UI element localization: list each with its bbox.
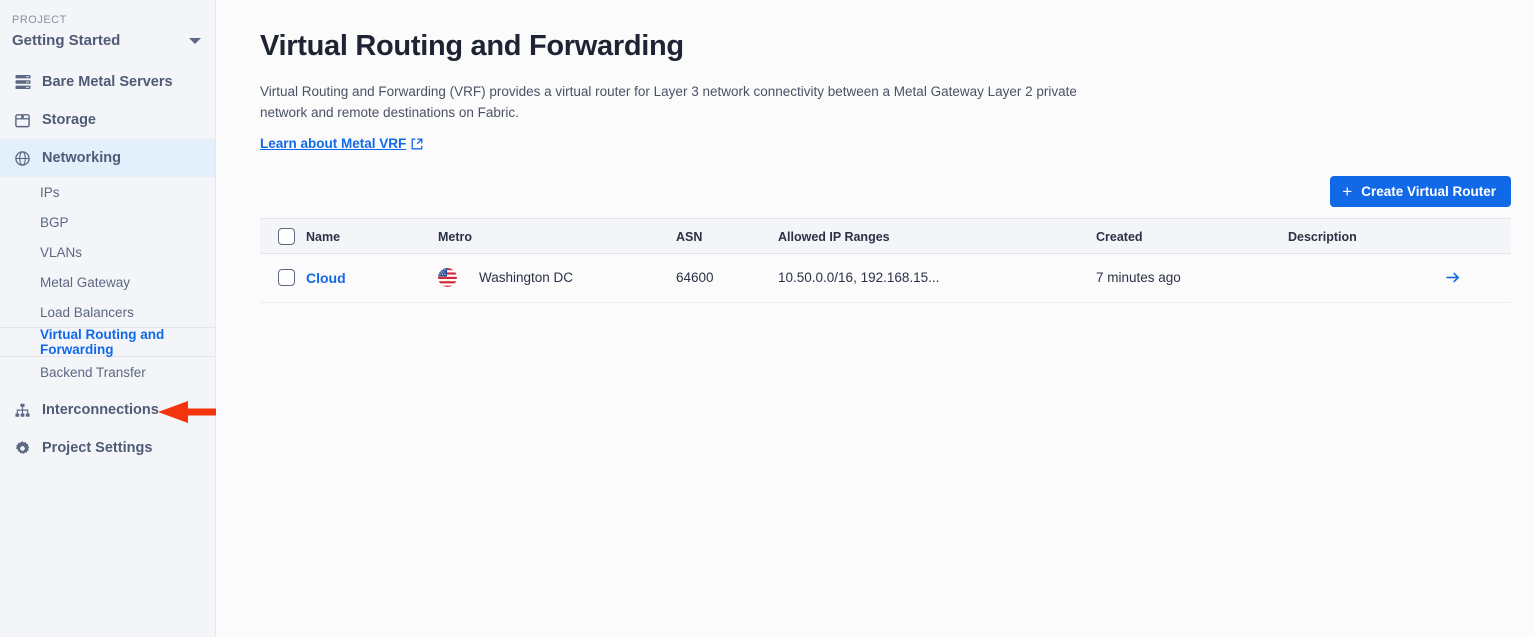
create-virtual-router-label: Create Virtual Router — [1361, 184, 1496, 200]
virtual-routers-table: Name Metro ASN Allowed IP Ranges Created… — [260, 218, 1511, 304]
create-virtual-router-button[interactable]: + Create Virtual Router — [1330, 176, 1511, 208]
sidebar-subitem-label: Backend Transfer — [40, 364, 146, 380]
storage-box-icon — [13, 111, 32, 130]
main-content: Virtual Routing and Forwarding Virtual R… — [216, 0, 1535, 637]
sitemap-icon — [13, 401, 32, 420]
sidebar-item-label: Interconnections — [42, 402, 159, 418]
sidebar-item-interconnections[interactable]: Interconnections — [0, 391, 215, 429]
cell-description — [1288, 253, 1411, 304]
arrow-right-icon[interactable] — [1411, 269, 1511, 286]
sidebar: PROJECT Getting Started Bare Metal Serve… — [0, 0, 266, 637]
row-checkbox[interactable] — [278, 269, 295, 287]
external-link-icon — [411, 138, 423, 150]
sidebar-item-bare-metal-servers[interactable]: Bare Metal Servers — [0, 63, 215, 101]
sidebar-subitem-load-balancers[interactable]: Load Balancers — [0, 297, 215, 327]
sidebar-subitem-ips[interactable]: IPs — [0, 177, 215, 207]
column-header-actions — [1411, 218, 1511, 255]
sidebar-item-label: Networking — [42, 150, 121, 166]
sidebar-subitem-label: Load Balancers — [40, 304, 134, 320]
column-header-description: Description — [1288, 218, 1411, 255]
column-header-metro: Metro — [438, 218, 676, 255]
cell-allowed-ip-ranges: 10.50.0.0/16, 192.168.15... — [778, 253, 1096, 304]
table-row: Cloud Washington DC 64600 10.50.0.0/16, … — [260, 253, 1511, 304]
select-all-header — [260, 218, 306, 255]
cell-name: Cloud — [306, 253, 438, 304]
gear-icon — [13, 439, 32, 458]
column-header-asn: ASN — [676, 218, 778, 255]
select-all-checkbox[interactable] — [278, 228, 295, 246]
sidebar-item-project-settings[interactable]: Project Settings — [0, 429, 215, 467]
sidebar-subitem-bgp[interactable]: BGP — [0, 207, 215, 237]
sidebar-item-networking[interactable]: Networking — [0, 139, 215, 177]
server-rack-icon — [13, 73, 32, 92]
sidebar-subitem-label: VLANs — [40, 244, 83, 260]
sidebar-subitem-label: BGP — [40, 214, 69, 230]
plus-icon: + — [1342, 182, 1353, 202]
sidebar-item-label: Storage — [42, 112, 96, 128]
sidebar-subitem-backend-transfer[interactable]: Backend Transfer — [0, 357, 215, 387]
sidebar-subitem-metal-gateway[interactable]: Metal Gateway — [0, 267, 215, 297]
column-header-allowed-ip-ranges: Allowed IP Ranges — [778, 218, 1096, 255]
app-root: PROJECT Getting Started Bare Metal Serve… — [0, 0, 1535, 637]
virtual-router-link[interactable]: Cloud — [306, 270, 346, 286]
sidebar-subitem-vlans[interactable]: VLANs — [0, 237, 215, 267]
sidebar-item-storage[interactable]: Storage — [0, 101, 215, 139]
page-description: Virtual Routing and Forwarding (VRF) pro… — [260, 84, 1077, 120]
table-toolbar: + Create Virtual Router — [260, 176, 1511, 208]
cell-metro: Washington DC — [438, 253, 676, 304]
column-header-created: Created — [1096, 218, 1288, 255]
page-title: Virtual Routing and Forwarding — [260, 30, 684, 62]
sidebar-subitem-virtual-routing-and-forwarding[interactable]: Virtual Routing and Forwarding — [0, 327, 215, 357]
globe-network-icon — [13, 149, 32, 168]
metro-label: Washington DC — [479, 270, 574, 286]
cell-created: 7 minutes ago — [1096, 253, 1288, 304]
sidebar-subitem-label: IPs — [40, 184, 60, 200]
project-section-label: PROJECT — [12, 14, 67, 26]
learn-about-metal-vrf-link[interactable]: Learn about Metal VRF — [260, 136, 423, 151]
chevron-down-icon — [189, 37, 201, 44]
learn-link-label: Learn about Metal VRF — [260, 136, 407, 152]
sidebar-item-label: Project Settings — [42, 440, 153, 456]
sidebar-item-label: Bare Metal Servers — [42, 74, 173, 90]
sidebar-subitem-label: Metal Gateway — [40, 274, 131, 290]
us-flag-icon — [438, 268, 457, 288]
sidebar-subitem-label: Virtual Routing and Forwarding — [40, 327, 165, 357]
row-select-cell — [260, 253, 306, 304]
table-header-row: Name Metro ASN Allowed IP Ranges Created… — [260, 218, 1511, 255]
column-header-name: Name — [306, 218, 438, 255]
project-switcher[interactable]: Getting Started — [0, 26, 215, 63]
cell-actions — [1411, 253, 1511, 304]
project-name: Getting Started — [12, 32, 121, 49]
cell-asn: 64600 — [676, 253, 778, 304]
